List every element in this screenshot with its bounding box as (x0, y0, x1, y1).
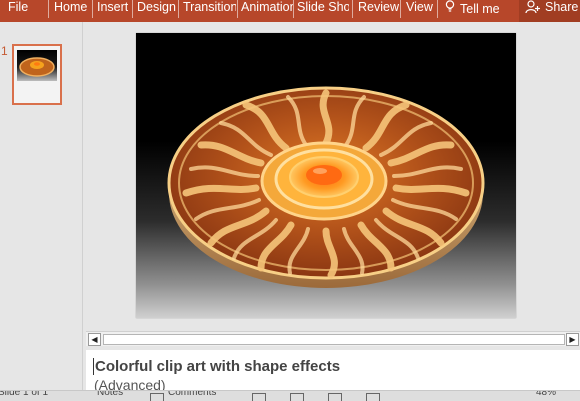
tab-separator (132, 0, 133, 18)
slide-thumbnail[interactable] (12, 44, 62, 105)
tab-separator (293, 0, 294, 18)
tab-separator (92, 0, 93, 18)
tab-separator (237, 0, 238, 18)
thumbnail-preview (17, 50, 57, 81)
horizontal-scrollbar[interactable]: ◀ ▶ (86, 331, 580, 346)
tab-file[interactable]: File (8, 0, 28, 22)
tab-separator (437, 0, 438, 18)
notes-pane[interactable]: Colorful clip art with shape effects (Ad… (86, 350, 580, 393)
lightbulb-icon (445, 0, 455, 16)
slide-number: 1 (1, 44, 8, 58)
share-button[interactable]: Share (519, 0, 580, 22)
tab-transitions[interactable]: Transitions (183, 0, 236, 22)
status-bar: Slide 1 of 1 Notes Comments 48% (0, 390, 580, 401)
tab-separator (352, 0, 353, 18)
tab-separator (178, 0, 179, 18)
tab-home[interactable]: Home (54, 0, 87, 22)
scroll-left-arrow-icon[interactable]: ◀ (88, 333, 101, 346)
scroll-right-arrow-icon[interactable]: ▶ (566, 333, 579, 346)
scrollbar-thumb[interactable] (103, 334, 565, 345)
share-label: Share (545, 0, 579, 14)
slide-count: Slide 1 of 1 (0, 390, 49, 398)
sun-clip-art[interactable] (136, 33, 516, 318)
person-add-icon (525, 0, 541, 17)
slide-thumbnail-pane: 1 (0, 22, 83, 390)
tab-separator (400, 0, 401, 18)
tell-me-label: Tell me (460, 2, 500, 16)
ribbon-tab-bar: File Home Insert Design Transitions Anim… (0, 0, 580, 22)
tab-animations[interactable]: Animations (241, 0, 293, 22)
comments-toggle[interactable]: Comments (168, 391, 216, 398)
tab-design[interactable]: Design (137, 0, 176, 22)
tab-view[interactable]: View (406, 0, 433, 22)
tell-me-search[interactable]: Tell me (445, 0, 500, 22)
slide-canvas[interactable] (136, 33, 516, 318)
tab-insert[interactable]: Insert (97, 0, 128, 22)
notes-title: Colorful clip art with shape effects (93, 358, 341, 375)
tab-review[interactable]: Review (358, 0, 399, 22)
notes-toggle[interactable]: Notes (97, 391, 123, 398)
tab-slide-show[interactable]: Slide Show (297, 0, 349, 22)
zoom-level[interactable]: 48% (536, 391, 556, 398)
tab-separator (48, 0, 49, 18)
